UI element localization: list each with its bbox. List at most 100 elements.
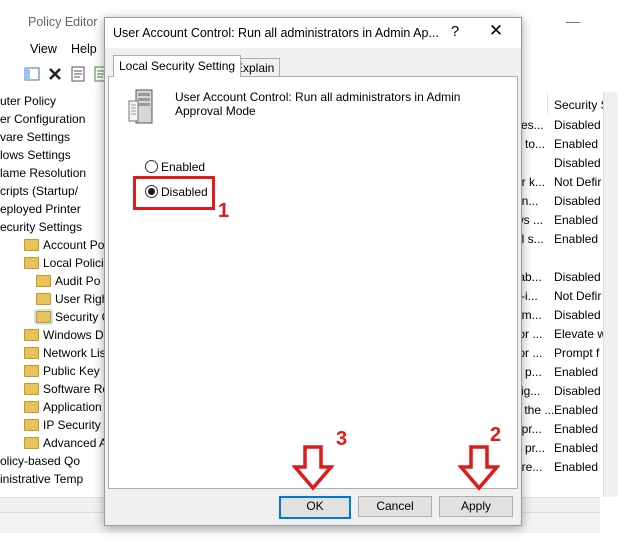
tree-item-label: er Configuration [0,112,86,126]
radio-enabled[interactable]: Enabled [145,159,205,175]
tree-item[interactable]: Account Poli [24,236,104,254]
security-setting-cell[interactable]: Prompt f [554,346,599,360]
cancel-button[interactable]: Cancel [358,496,432,517]
tab-local-security-setting[interactable]: Local Security Setting [113,55,242,77]
close-icon[interactable]: ✕ [486,21,506,41]
tree-item-label: cripts (Startup/ [0,184,79,198]
tree-item-label: Audit Po [55,274,101,288]
tree-item-label: Network List [43,346,104,360]
tree-item-label: vare Settings [0,130,71,144]
tree-item[interactable]: Public Key P [24,362,104,380]
show-hide-tree-icon[interactable] [24,66,40,82]
security-setting-cell[interactable]: Disabled [554,270,601,284]
security-setting-cell[interactable]: Disabled [554,194,601,208]
tree-item-label: lame Resolution [0,166,87,180]
folder-icon [24,238,39,251]
dialog-title: User Account Control: Run all administra… [113,26,439,40]
tree-item[interactable]: vare Settings [0,128,70,146]
tree-item-label: Local Policie [43,256,104,270]
tree-item-label: Public Key P [43,364,104,378]
radio-enabled-indicator[interactable] [145,160,158,174]
tree-item[interactable]: eployed Printer [0,200,81,218]
step-number-1: 1 [218,200,230,222]
app-title: Policy Editor [28,15,98,29]
radio-enabled-label: Enabled [161,160,206,174]
tree-item-label: lows Settings [0,148,71,162]
security-setting-cell[interactable]: Enabled [554,460,598,474]
vertical-scrollbar[interactable] [603,92,618,497]
tree-item[interactable]: User Righ [36,290,104,308]
security-setting-cell[interactable]: Enabled [554,441,598,455]
minimize-button[interactable]: — [566,13,580,29]
tree-item-label: Software Res [43,382,104,396]
down-arrow-icon-ok [292,445,334,491]
properties-icon[interactable] [70,66,86,82]
folder-icon [24,436,39,449]
folder-icon [36,310,51,323]
folder-icon [36,274,51,287]
menu-help[interactable]: Help [71,42,97,56]
security-setting-cell[interactable]: Enabled [554,403,598,417]
tree-item[interactable]: IP Security P [24,416,104,434]
security-setting-cell[interactable]: Enabled [554,232,598,246]
security-setting-cell[interactable]: Disabled [554,384,601,398]
tree-item-label: Account Poli [43,238,104,252]
security-setting-cell[interactable]: Enabled [554,137,598,151]
security-setting-cell[interactable]: Disabled [554,156,601,170]
tree-item[interactable]: olicy-based Qo [0,452,80,470]
tree-item[interactable]: Local Policie [24,254,104,272]
security-setting-cell[interactable]: Enabled [554,213,598,227]
ok-button[interactable]: OK [279,496,351,519]
security-setting-cell[interactable]: Disabled [554,308,601,322]
tree-item-label: User Righ [55,292,104,306]
server-icon [128,89,153,124]
down-arrow-icon-apply [458,445,500,491]
tree-item[interactable]: Application C [24,398,104,416]
step-number-3: 3 [336,428,348,450]
tree-item-label: uter Policy [0,94,57,108]
security-setting-cell[interactable]: Enabled [554,422,598,436]
tree-item-label: Application C [43,400,104,414]
tab-panel: User Account Control: Run all administra… [108,76,518,489]
folder-icon [24,400,39,413]
security-setting-cell[interactable]: Elevate w [554,327,606,341]
security-setting-cell[interactable]: Disabled [554,118,601,132]
navigation-tree: uter Policy er Configuration vare Settings… [0,92,104,492]
tree-item[interactable]: Network List [24,344,104,362]
column-header-security-setting[interactable]: Security S [554,98,609,112]
help-icon[interactable]: ? [447,23,463,40]
folder-icon [24,364,39,377]
highlight-box-disabled [133,176,215,210]
apply-button[interactable]: Apply [439,496,513,517]
tree-item-label: Advanced Au [43,436,104,450]
folder-icon [36,292,51,305]
tree-item[interactable]: lame Resolution [0,164,86,182]
folder-icon [24,382,39,395]
tree-item[interactable]: Advanced Au [24,434,104,452]
tree-item[interactable]: cripts (Startup/ [0,182,78,200]
security-setting-cell[interactable]: Not Defir [554,289,601,303]
tree-item[interactable]: Windows De [24,326,104,344]
dialog-titlebar: User Account Control: Run all administra… [105,18,521,48]
delete-icon[interactable] [47,66,63,82]
tree-item-label: IP Security P [43,418,104,432]
tree-item[interactable]: lows Settings [0,146,71,164]
tree-item-label: olicy-based Qo [0,454,81,468]
tree-item[interactable]: Software Res [24,380,104,398]
tree-item-label: ecurity Settings [0,220,83,234]
security-setting-cell[interactable]: Not Defir [554,175,601,189]
tree-item[interactable]: er Configuration [0,110,85,128]
tree-item[interactable]: Security C [36,308,104,326]
tree-item-label: inistrative Temp [0,472,84,486]
security-setting-cell[interactable]: Enabled [554,365,598,379]
tree-item[interactable]: Audit Po [36,272,100,290]
folder-icon [24,256,39,269]
folder-icon [24,346,39,359]
step-number-2: 2 [490,424,502,446]
tree-item[interactable]: ecurity Settings [0,218,82,236]
tree-item[interactable]: inistrative Temp [0,470,83,488]
tree-item[interactable]: uter Policy [0,92,56,110]
tree-item-label: Security C [55,310,104,324]
tree-item-label: Windows De [43,328,104,342]
menu-view[interactable]: View [30,42,57,56]
